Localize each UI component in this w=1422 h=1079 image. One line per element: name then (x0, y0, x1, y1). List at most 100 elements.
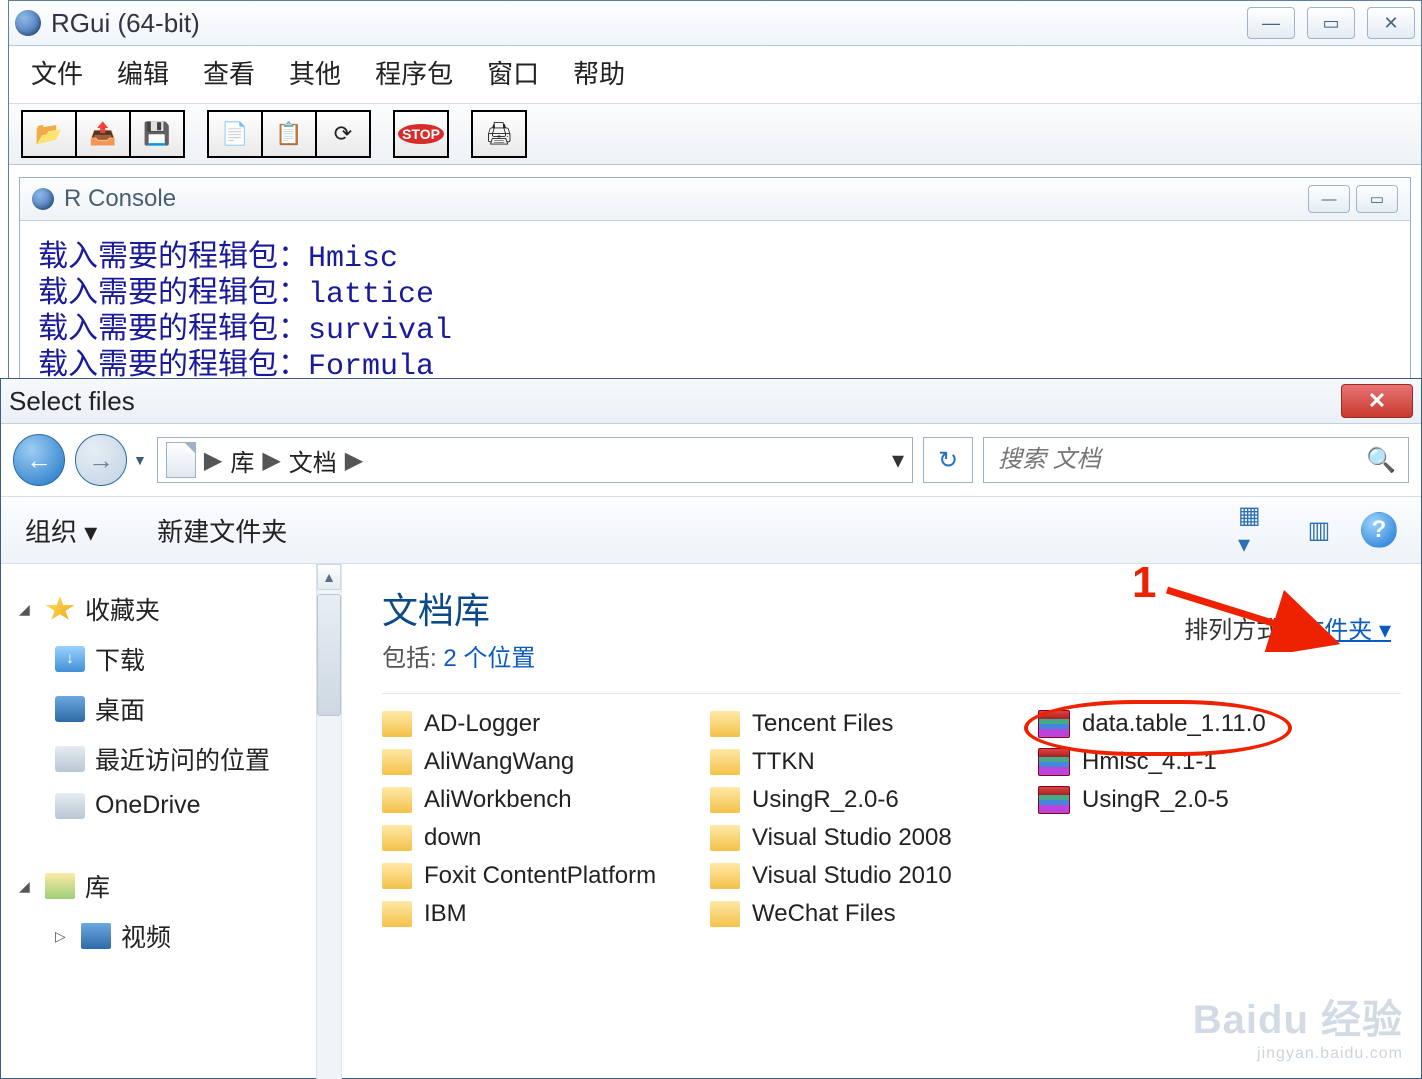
breadcrumb[interactable]: ▶ 库 ▶ 文档 ▶ ▾ (157, 437, 913, 483)
folder-icon (382, 825, 412, 851)
nav-videos[interactable]: ▷ 视频 (51, 911, 335, 961)
refresh-button[interactable]: ⟳ (315, 110, 371, 158)
help-button[interactable]: ? (1361, 512, 1397, 548)
archive-icon (1038, 748, 1070, 776)
folder-icon (382, 863, 412, 889)
onedrive-icon (55, 793, 85, 819)
archive-item[interactable]: UsingR_2.0-5 (1038, 786, 1338, 814)
stop-button[interactable]: STOP (393, 110, 449, 158)
chevron-right-icon: ▶ (262, 446, 280, 475)
rgui-titlebar[interactable]: RGui (64-bit) — ▭ ✕ (9, 1, 1421, 46)
search-input[interactable] (996, 445, 1366, 475)
folder-item[interactable]: Visual Studio 2010 (710, 862, 1010, 890)
folder-icon (382, 901, 412, 927)
folder-item[interactable]: AD-Logger (382, 710, 682, 738)
r-console-title: R Console (64, 185, 176, 213)
document-icon (166, 442, 196, 478)
nav-scrollbar[interactable]: ▲ (316, 564, 341, 1079)
file-open-dialog: Select files ✕ ← → ▼ ▶ 库 ▶ 文档 ▶ ▾ ↻ 🔍 组织… (0, 378, 1422, 1079)
folder-item[interactable]: Tencent Files (710, 710, 1010, 738)
crumb-documents[interactable]: 文档 (289, 443, 337, 478)
folder-item[interactable]: AliWangWang (382, 748, 682, 776)
folder-icon (382, 787, 412, 813)
menu-view[interactable]: 查看 (203, 54, 255, 91)
sort-by-dropdown[interactable]: 文件夹 ▾ (1300, 617, 1391, 644)
folder-icon (710, 711, 740, 737)
dialog-close-button[interactable]: ✕ (1341, 384, 1413, 418)
folder-item[interactable]: Foxit ContentPlatform (382, 862, 682, 890)
close-button[interactable]: ✕ (1367, 7, 1415, 39)
downloads-icon (55, 646, 85, 672)
folder-icon (710, 749, 740, 775)
folder-item[interactable]: down (382, 824, 682, 852)
archive-item[interactable]: Hmisc_4.1-1 (1038, 748, 1338, 776)
menu-packages[interactable]: 程序包 (375, 54, 453, 91)
includes-link[interactable]: 2 个位置 (443, 645, 535, 672)
nav-favorites[interactable]: ◢ 收藏夹 (15, 584, 335, 634)
chevron-right-icon: ▶ (345, 446, 363, 475)
crumb-dropdown[interactable]: ▾ (892, 446, 904, 475)
watermark: Baidu 经验 jingyan.baidu.com (1193, 987, 1403, 1063)
nav-recent[interactable]: 最近访问的位置 (51, 734, 335, 784)
separator (382, 693, 1401, 694)
scroll-thumb[interactable] (317, 594, 341, 716)
folder-item[interactable]: WeChat Files (710, 900, 1010, 928)
annotation-number: 1 (1132, 558, 1156, 608)
archive-icon (1038, 786, 1070, 814)
chevron-right-icon: ▶ (204, 446, 222, 475)
desktop-icon (55, 696, 85, 722)
preview-pane-button[interactable]: ▥ (1299, 512, 1339, 548)
nav-back-button[interactable]: ← (13, 434, 65, 486)
nav-history-dropdown[interactable]: ▼ (133, 452, 147, 468)
archive-icon (1038, 710, 1070, 738)
save-button[interactable]: 💾 (129, 110, 185, 158)
r-console-titlebar[interactable]: R Console — ▭ (20, 178, 1410, 221)
nav-desktop[interactable]: 桌面 (51, 684, 335, 734)
folder-icon (710, 787, 740, 813)
expand-icon[interactable]: ▷ (55, 928, 71, 945)
maximize-button[interactable]: ▭ (1307, 7, 1355, 39)
menu-help[interactable]: 帮助 (573, 54, 625, 91)
collapse-icon[interactable]: ◢ (19, 878, 35, 895)
file-column: data.table_1.11.0 Hmisc_4.1-1 UsingR_2.0… (1038, 710, 1338, 928)
search-box[interactable]: 🔍 (983, 437, 1409, 483)
console-maximize-button[interactable]: ▭ (1356, 185, 1398, 213)
r-logo-icon (15, 10, 41, 36)
copy-button[interactable]: 📄 (207, 110, 263, 158)
organize-menu[interactable]: 组织 ▾ (25, 512, 97, 549)
folder-item[interactable]: Visual Studio 2008 (710, 824, 1010, 852)
folder-item[interactable]: UsingR_2.0-6 (710, 786, 1010, 814)
nav-downloads[interactable]: 下载 (51, 634, 335, 684)
new-folder-button[interactable]: 新建文件夹 (157, 512, 287, 549)
menu-other[interactable]: 其他 (289, 54, 341, 91)
open-button[interactable]: 📂 (21, 110, 77, 158)
menu-file[interactable]: 文件 (31, 54, 83, 91)
folder-item[interactable]: TTKN (710, 748, 1010, 776)
view-options-button[interactable]: ▦ ▾ (1237, 512, 1277, 548)
minimize-button[interactable]: — (1247, 7, 1295, 39)
nav-libraries[interactable]: ◢ 库 (15, 861, 335, 911)
scroll-up-icon[interactable]: ▲ (317, 564, 341, 590)
console-minimize-button[interactable]: — (1308, 185, 1350, 213)
video-icon (81, 923, 111, 949)
search-icon[interactable]: 🔍 (1366, 446, 1396, 475)
collapse-icon[interactable]: ◢ (19, 601, 35, 618)
folder-icon (710, 901, 740, 927)
archive-item-highlighted[interactable]: data.table_1.11.0 (1038, 710, 1338, 738)
menu-edit[interactable]: 编辑 (117, 54, 169, 91)
print-button[interactable]: 🖨 (471, 110, 527, 158)
navigation-row: ← → ▼ ▶ 库 ▶ 文档 ▶ ▾ ↻ 🔍 (1, 424, 1421, 497)
nav-forward-button[interactable]: → (75, 434, 127, 486)
folder-icon (382, 711, 412, 737)
nav-onedrive[interactable]: OneDrive (51, 784, 335, 827)
menu-bar: 文件 编辑 查看 其他 程序包 窗口 帮助 (9, 46, 1421, 104)
crumb-libraries[interactable]: 库 (230, 443, 254, 478)
folder-item[interactable]: IBM (382, 900, 682, 928)
menu-window[interactable]: 窗口 (487, 54, 539, 91)
paste-button[interactable]: 📋 (261, 110, 317, 158)
source-button[interactable]: 📤 (75, 110, 131, 158)
refresh-button[interactable]: ↻ (923, 437, 973, 483)
file-column: AD-Logger AliWangWang AliWorkbench down … (382, 710, 682, 928)
folder-item[interactable]: AliWorkbench (382, 786, 682, 814)
dialog-titlebar[interactable]: Select files ✕ (1, 379, 1421, 424)
